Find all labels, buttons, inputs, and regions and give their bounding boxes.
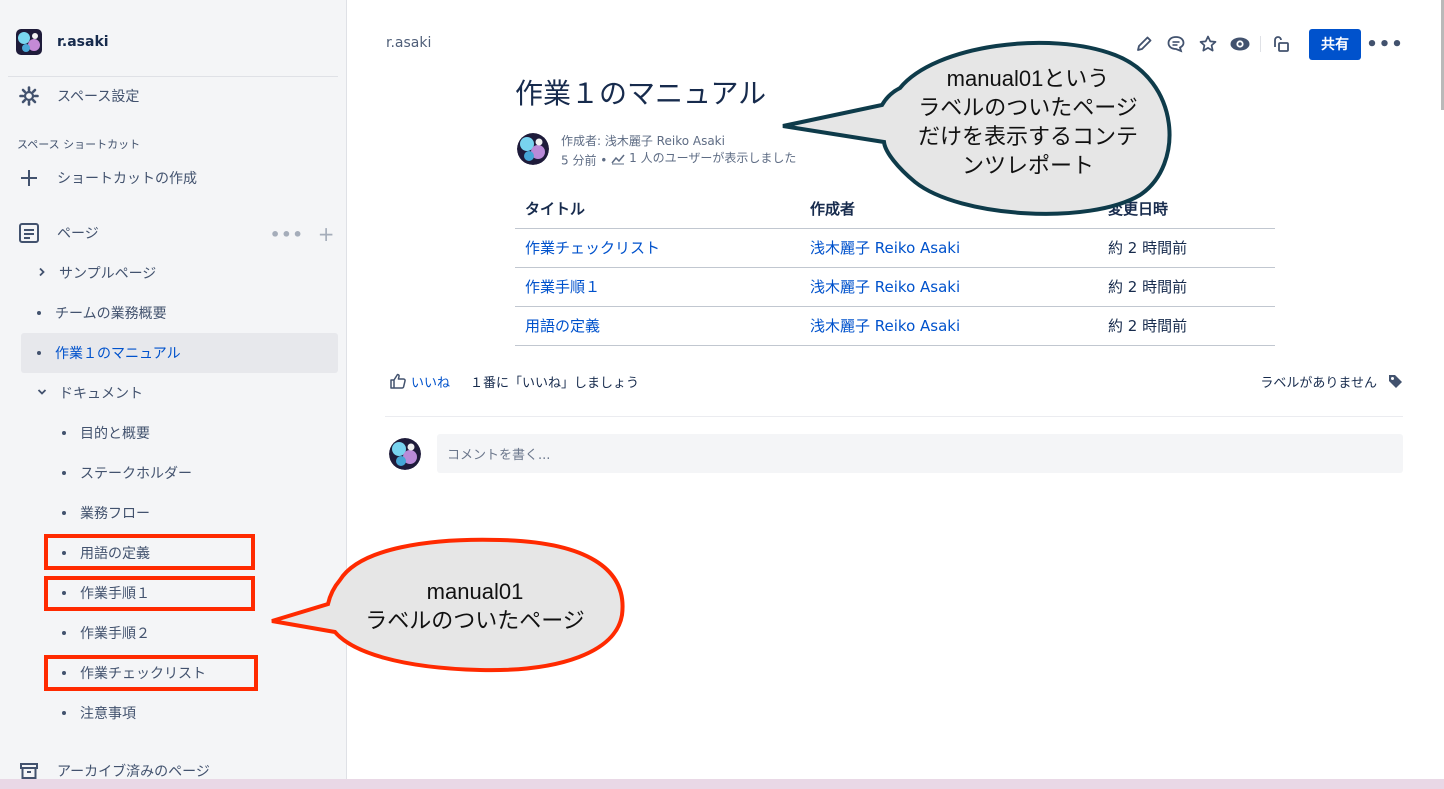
callout-line: ラベルのついたページ xyxy=(365,608,585,633)
callout-line: manual01という xyxy=(946,66,1110,91)
callout-report-text: manual01というラベルのついたページ だけを表示するコンテ ンツレポート xyxy=(893,64,1163,180)
dock-edge xyxy=(0,779,1444,789)
callout-line: ンツレポート xyxy=(961,153,1094,178)
callout-line: だけを表示するコンテ xyxy=(917,124,1138,149)
callout-bubbles xyxy=(271,40,1172,673)
callout-line: manual01 xyxy=(426,579,524,604)
callout-labels-text: manual01 ラベルのついたページ xyxy=(340,577,610,635)
callout-line: ラベルのついたページ xyxy=(918,95,1138,120)
